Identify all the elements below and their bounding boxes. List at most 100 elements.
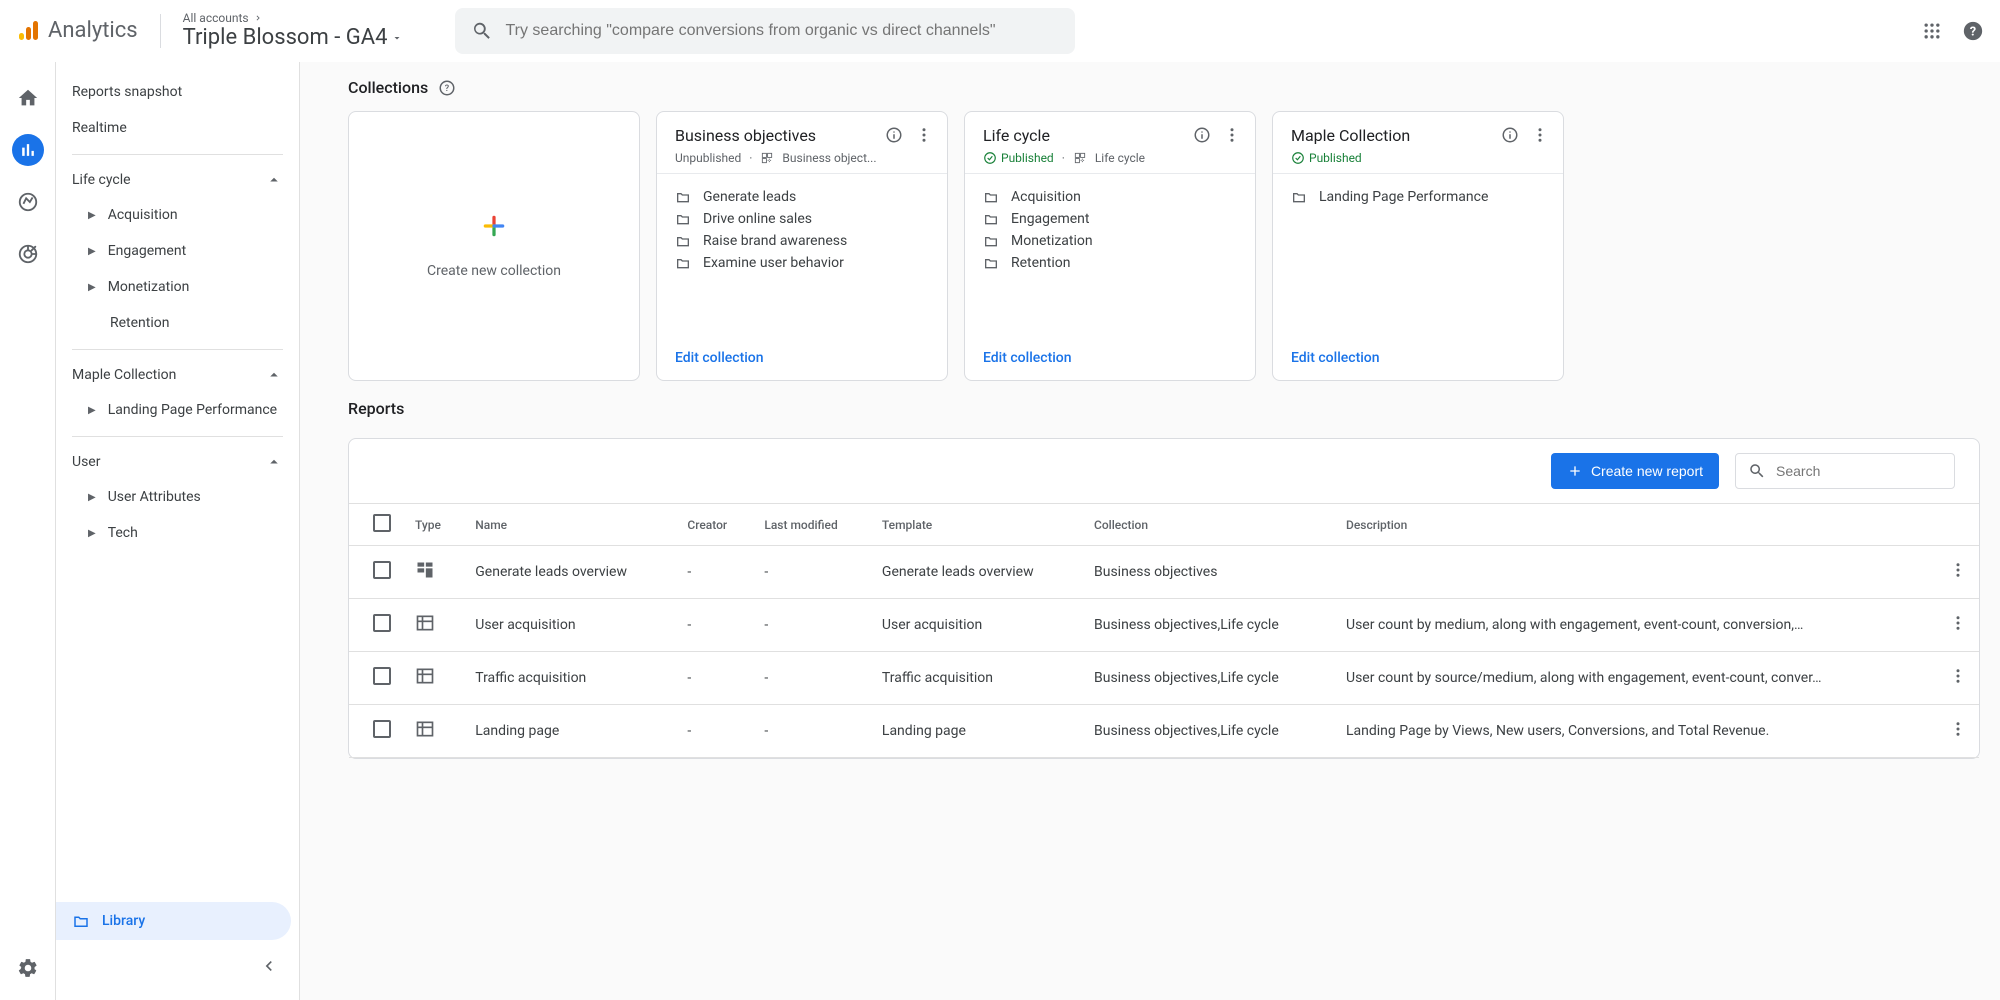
collection-item[interactable]: Acquisition [983, 186, 1237, 208]
table-header[interactable]: Creator [675, 504, 752, 546]
sidebar-item-retention[interactable]: Retention [56, 305, 299, 341]
rail-admin[interactable] [12, 952, 44, 984]
collection-item-label: Retention [1011, 255, 1071, 271]
edit-collection-link[interactable]: Edit collection [983, 350, 1072, 366]
home-icon [17, 87, 39, 109]
collection-title: Maple Collection [1291, 126, 1501, 145]
more-vert-icon[interactable] [1531, 126, 1549, 144]
sidebar-item-engagement[interactable]: ▶Engagement [56, 233, 299, 269]
report-template: User acquisition [870, 599, 1082, 652]
report-template: Traffic acquisition [870, 652, 1082, 705]
info-icon[interactable] [1193, 126, 1211, 144]
detail-type-icon [415, 666, 435, 686]
library-label: Library [102, 913, 145, 929]
sidebar-item-tech[interactable]: ▶Tech [56, 515, 299, 551]
info-icon[interactable] [885, 126, 903, 144]
more-vert-icon[interactable] [1949, 561, 1967, 579]
folder-icon [675, 255, 691, 271]
table-header[interactable]: Name [463, 504, 675, 546]
chevron-right-icon [253, 13, 263, 23]
row-checkbox[interactable] [373, 720, 391, 738]
rail-home[interactable] [12, 82, 44, 114]
sidebar-item-landing-page[interactable]: ▶Landing Page Performance [56, 392, 299, 428]
folder-icon [675, 211, 691, 227]
check-circle-icon [983, 151, 997, 165]
search-bar[interactable] [455, 8, 1075, 54]
help-icon[interactable]: ? [1962, 20, 1984, 42]
sidebar-section-label: Life cycle [72, 172, 131, 188]
collection-item[interactable]: Examine user behavior [675, 252, 929, 274]
rail-explore[interactable] [12, 186, 44, 218]
table-row[interactable]: User acquisition - - User acquisition Bu… [349, 599, 1979, 652]
report-search-input[interactable] [1776, 463, 1942, 479]
more-vert-icon[interactable] [1949, 614, 1967, 632]
svg-text:?: ? [1970, 24, 1976, 39]
create-collection-card[interactable]: Create new collection [348, 111, 640, 381]
report-collection: Business objectives [1082, 546, 1334, 599]
row-checkbox[interactable] [373, 561, 391, 579]
analytics-logo[interactable]: Analytics [16, 18, 138, 43]
report-collection: Business objectives,Life cycle [1082, 652, 1334, 705]
table-header[interactable]: Type [403, 504, 463, 546]
row-checkbox[interactable] [373, 667, 391, 685]
collection-item[interactable]: Retention [983, 252, 1237, 274]
table-row[interactable]: Landing page - - Landing page Business o… [349, 705, 1979, 758]
search-input[interactable] [505, 22, 1059, 40]
collection-meta: Unpublished · Business object... [675, 151, 885, 165]
divider [72, 436, 283, 437]
report-description: User count by medium, along with engagem… [1334, 599, 1937, 652]
more-vert-icon[interactable] [1223, 126, 1241, 144]
more-vert-icon[interactable] [1949, 667, 1967, 685]
sidebar-collapse-button[interactable] [239, 948, 299, 988]
create-report-button[interactable]: Create new report [1551, 453, 1719, 489]
sidebar-item-acquisition[interactable]: ▶Acquisition [56, 197, 299, 233]
collection-item-label: Raise brand awareness [703, 233, 847, 249]
folder-icon [675, 189, 691, 205]
sidebar-section-user[interactable]: User [56, 445, 299, 479]
sidebar-reports-snapshot[interactable]: Reports snapshot [56, 74, 299, 110]
more-vert-icon[interactable] [1949, 720, 1967, 738]
edit-collection-link[interactable]: Edit collection [1291, 350, 1380, 366]
help-icon[interactable]: ? [438, 79, 456, 97]
rail-advertising[interactable] [12, 238, 44, 270]
divider [72, 154, 283, 155]
account-switcher[interactable]: All accounts Triple Blossom - GA4 [183, 11, 404, 50]
explore-icon [17, 191, 39, 213]
table-row[interactable]: Traffic acquisition - - Traffic acquisit… [349, 652, 1979, 705]
sidebar-section-label: Maple Collection [72, 367, 176, 383]
report-description: User count by source/medium, along with … [1334, 652, 1937, 705]
sidebar-library[interactable]: Library [56, 902, 291, 940]
collapse-icon: ▶ [88, 405, 96, 416]
row-checkbox[interactable] [373, 614, 391, 632]
table-header[interactable]: Last modified [752, 504, 870, 546]
collection-item-label: Engagement [1011, 211, 1089, 227]
svg-text:?: ? [445, 84, 450, 94]
collection-item[interactable]: Drive online sales [675, 208, 929, 230]
collection-item[interactable]: Generate leads [675, 186, 929, 208]
sidebar-section-life-cycle[interactable]: Life cycle [56, 163, 299, 197]
table-header[interactable]: Description [1334, 504, 1937, 546]
report-search[interactable] [1735, 453, 1955, 489]
rail-reports[interactable] [12, 134, 44, 166]
table-row[interactable]: Generate leads overview - - Generate lea… [349, 546, 1979, 599]
collection-item[interactable]: Engagement [983, 208, 1237, 230]
sidebar-realtime[interactable]: Realtime [56, 110, 299, 146]
collections-title: Collections [348, 78, 428, 97]
sidebar-item-user-attrs[interactable]: ▶User Attributes [56, 479, 299, 515]
report-description [1334, 546, 1937, 599]
more-vert-icon[interactable] [915, 126, 933, 144]
sidebar-item-label: User Attributes [108, 489, 201, 505]
sidebar-section-maple[interactable]: Maple Collection [56, 358, 299, 392]
table-header[interactable]: Collection [1082, 504, 1334, 546]
sidebar-item-monetization[interactable]: ▶Monetization [56, 269, 299, 305]
select-all-checkbox[interactable] [373, 514, 391, 532]
logo-text: Analytics [48, 18, 138, 43]
collection-item[interactable]: Landing Page Performance [1291, 186, 1545, 208]
table-header[interactable]: Template [870, 504, 1082, 546]
info-icon[interactable] [1501, 126, 1519, 144]
target-icon [17, 243, 39, 265]
apps-icon[interactable] [1922, 21, 1942, 41]
collection-item[interactable]: Raise brand awareness [675, 230, 929, 252]
collection-item[interactable]: Monetization [983, 230, 1237, 252]
edit-collection-link[interactable]: Edit collection [675, 350, 764, 366]
